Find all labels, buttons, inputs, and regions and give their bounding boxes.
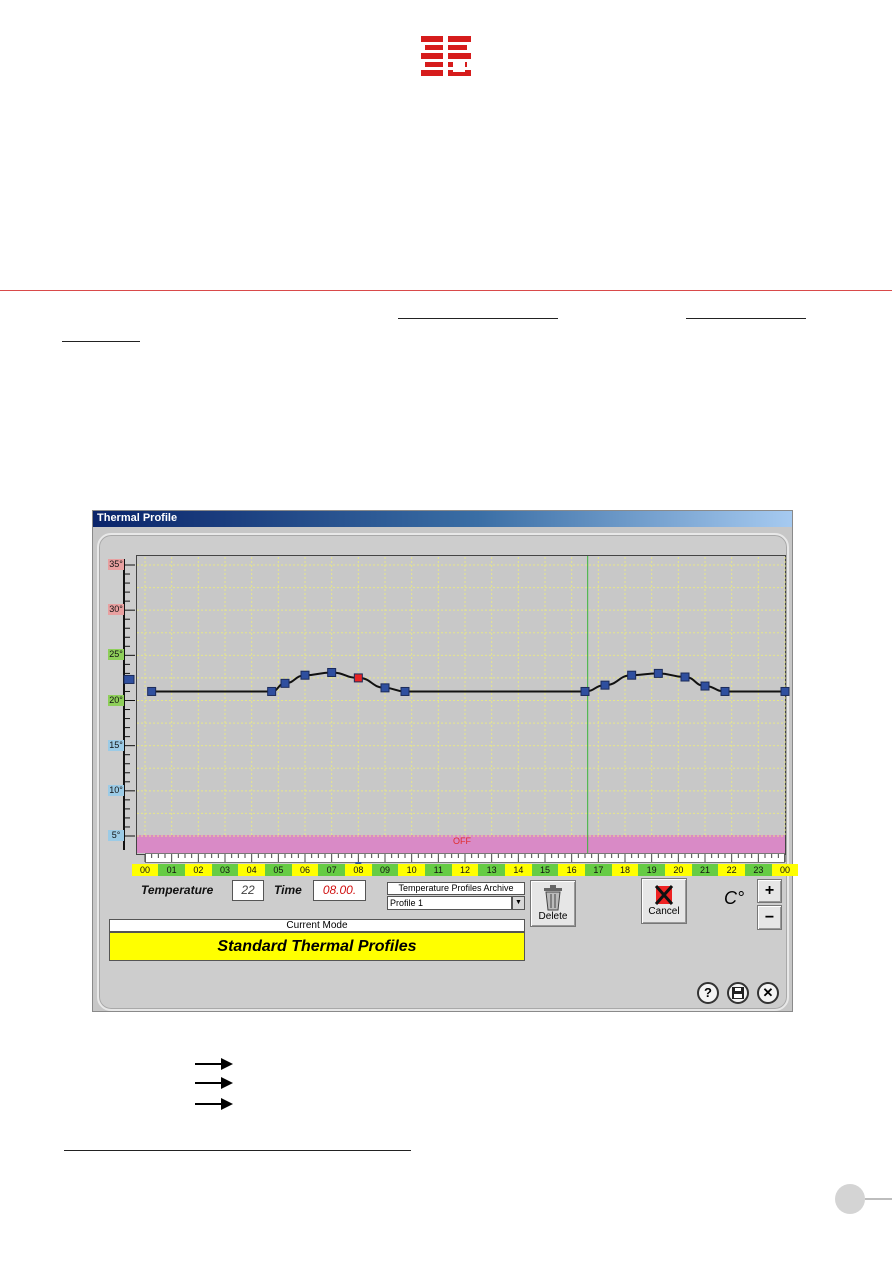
profile-archive-select[interactable]: Profile 1 (387, 896, 512, 910)
hour-label: 10 (398, 864, 425, 876)
window-titlebar[interactable]: Thermal Profile (93, 511, 792, 527)
hour-label: 06 (291, 864, 319, 876)
y-tick-label: 10° (108, 784, 124, 796)
hour-label: 00 (771, 864, 799, 876)
arrow-right-icon (195, 1058, 233, 1070)
close-button[interactable]: ✕ (757, 982, 779, 1004)
y-tick-label: 15° (108, 739, 124, 751)
hour-label: 20 (665, 864, 692, 876)
save-icon (732, 987, 744, 999)
arrow-right-icon (195, 1077, 233, 1089)
underline-3 (62, 341, 140, 342)
hour-label: 21 (691, 864, 719, 876)
trash-icon (544, 885, 562, 911)
delete-label: Delete (538, 911, 568, 922)
hour-label: 13 (478, 864, 505, 876)
profile-plot-area[interactable] (136, 555, 786, 855)
hour-label: 16 (558, 864, 585, 876)
section-divider (0, 290, 892, 291)
unit-label: C° (724, 888, 745, 908)
current-mode-value: Standard Thermal Profiles (109, 932, 525, 961)
archive-title: Temperature Profiles Archive (387, 882, 525, 895)
window-title: Thermal Profile (97, 512, 178, 524)
brand-logo (419, 32, 473, 80)
page-number-rule (865, 1198, 892, 1200)
save-button[interactable] (727, 982, 749, 1004)
hour-label: 12 (451, 864, 479, 876)
hour-label: 15 (531, 864, 559, 876)
hour-label: 00 (131, 864, 159, 876)
off-label: OFF (453, 836, 471, 846)
help-button[interactable]: ? (697, 982, 719, 1004)
temperature-label: Temperature (141, 883, 214, 897)
footnote-rule (64, 1150, 411, 1151)
underline-1 (398, 318, 558, 319)
hour-label: 09 (371, 864, 399, 876)
hour-label: 01 (158, 864, 185, 876)
hour-label: 19 (638, 864, 665, 876)
hour-label: 14 (505, 864, 532, 876)
y-tick-label: 30° (108, 604, 124, 616)
time-value-field[interactable]: 08.00. (313, 880, 366, 901)
hour-label: 18 (611, 864, 639, 876)
temperature-value-field[interactable]: 22 (232, 880, 264, 901)
hour-label: 11 (425, 864, 452, 876)
delete-button[interactable]: Delete (530, 880, 576, 927)
page-number-badge (835, 1184, 865, 1214)
time-ruler[interactable] (145, 853, 785, 863)
y-tick-label: 20° (108, 694, 124, 706)
underline-2 (686, 318, 806, 319)
time-label: Time (274, 883, 302, 897)
hour-label: 23 (745, 864, 772, 876)
y-tick-label: 35° (108, 559, 124, 570)
cancel-button[interactable]: Cancel (641, 878, 687, 924)
arrow-right-icon (195, 1098, 233, 1110)
cancel-icon (654, 885, 674, 905)
current-mode-title: Current Mode (109, 919, 525, 932)
y-tick-label: 25° (108, 649, 124, 661)
cancel-label: Cancel (648, 906, 680, 917)
hour-label: 02 (185, 864, 212, 876)
y-tick-label: 5° (108, 830, 124, 841)
increase-button[interactable]: + (757, 879, 782, 903)
hour-label: 22 (718, 864, 745, 876)
hour-label: 17 (585, 864, 612, 876)
hour-label: 07 (318, 864, 345, 876)
chevron-down-icon[interactable]: ▼ (512, 896, 525, 910)
hour-label: 04 (238, 864, 265, 876)
hour-label: 05 (265, 864, 292, 876)
hour-label: 08 (345, 864, 372, 876)
decrease-button[interactable]: − (757, 905, 782, 930)
hour-label: 03 (211, 864, 239, 876)
